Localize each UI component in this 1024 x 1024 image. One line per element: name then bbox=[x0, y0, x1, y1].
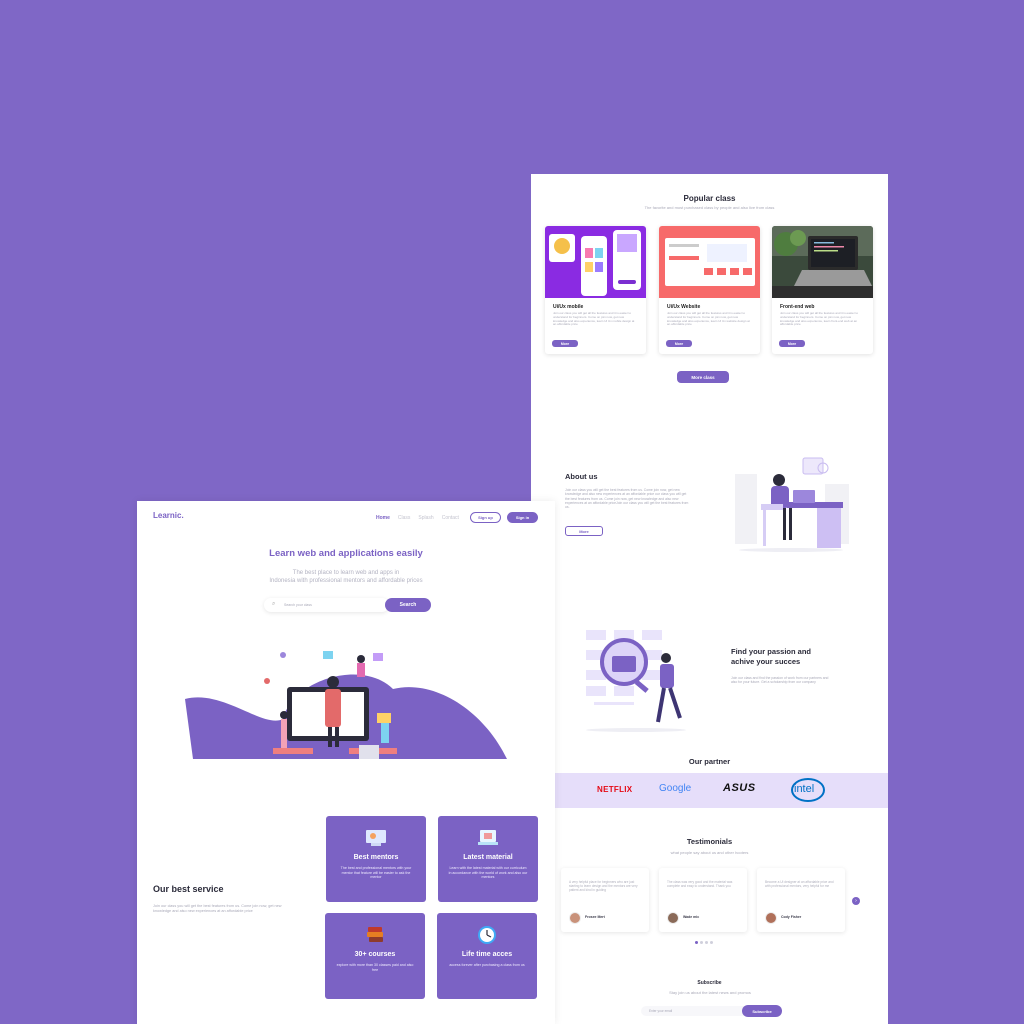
testimonial-card: Become a UI designer at an affordable pr… bbox=[757, 868, 845, 932]
class-card-title: Ui/Ux mobile bbox=[553, 304, 584, 310]
testimonial-name: Wade mic bbox=[683, 915, 700, 919]
nav-splash[interactable]: Splash bbox=[418, 515, 433, 521]
class-card-uiux-website[interactable]: Ui/Ux Website Join our class you will ge… bbox=[659, 226, 760, 354]
uiux-mobile-image bbox=[545, 226, 646, 298]
testimonial-text: A very helpful place for beginners who a… bbox=[569, 880, 638, 892]
more-class-button[interactable]: More class bbox=[677, 371, 729, 383]
carousel-dot[interactable] bbox=[705, 941, 708, 944]
sign-up-button[interactable]: Sign up bbox=[470, 512, 501, 523]
nav-home[interactable]: Home bbox=[376, 515, 390, 521]
service-card-lifetime-access: Life time acces access forever after pur… bbox=[437, 913, 537, 999]
search-placeholder: Search your class bbox=[284, 603, 312, 607]
testimonial-text: The class was very good and the material… bbox=[667, 880, 733, 888]
about-more-button[interactable]: More bbox=[565, 526, 603, 536]
about-us-title: About us bbox=[565, 472, 598, 481]
service-card-latest-material: Latest material Learn with the latest ma… bbox=[438, 816, 538, 902]
monitor-icon bbox=[366, 830, 386, 846]
testimonial-card: A very helpful place for beginners who a… bbox=[561, 868, 649, 932]
class-card-uiux-mobile[interactable]: Ui/Ux mobile Join our class you will get… bbox=[545, 226, 646, 354]
avatar bbox=[667, 912, 679, 924]
nav-contact[interactable]: Contact bbox=[442, 515, 459, 521]
subscribe-email-placeholder: Enter your email bbox=[649, 1009, 673, 1013]
search-input[interactable]: ⌕ Search your class bbox=[264, 598, 389, 612]
service-card-title: Latest material bbox=[463, 854, 513, 861]
passion-illustration bbox=[586, 630, 686, 732]
search-icon: ⌕ bbox=[272, 601, 276, 607]
books-icon bbox=[367, 927, 383, 942]
carousel-dot[interactable] bbox=[695, 941, 698, 944]
clock-icon bbox=[478, 926, 496, 944]
carousel-next-icon[interactable]: › bbox=[852, 897, 860, 905]
partner-band: NETFLIX Google ASUS intel bbox=[531, 773, 888, 808]
service-card-desc: Learn with the latest material with our … bbox=[448, 866, 528, 880]
popular-class-subtitle: The favorite and most purchased class by… bbox=[644, 205, 775, 210]
hero-subtitle-line2: Indonesia with professional mentors and … bbox=[269, 578, 423, 584]
hero-illustration bbox=[185, 651, 507, 759]
subscribe-button[interactable]: Subscribe bbox=[742, 1005, 782, 1017]
nav-class[interactable]: Class bbox=[398, 515, 411, 521]
about-illustration bbox=[735, 457, 849, 552]
class-card-desc: Join our class you will get all the feat… bbox=[553, 311, 635, 327]
front-end-web-image bbox=[772, 226, 873, 298]
logo[interactable]: Learnic. bbox=[153, 511, 184, 520]
carousel-dots[interactable] bbox=[695, 941, 713, 944]
service-card-title: Life time acces bbox=[461, 951, 513, 958]
hero-title: Learn web and applications easily bbox=[269, 548, 423, 559]
asus-logo: ASUS bbox=[723, 782, 756, 794]
intel-logo: intel bbox=[794, 783, 815, 795]
popular-class-title: Popular class bbox=[683, 194, 736, 203]
subscribe-subtitle: Stay join us about the latest news and p… bbox=[669, 990, 751, 995]
class-card-title: Ui/Ux Website bbox=[667, 304, 701, 310]
testimonial-name: Frosee Mert bbox=[585, 915, 605, 919]
subscribe-title: Subscribe bbox=[697, 980, 722, 986]
avatar bbox=[569, 912, 581, 924]
about-us-desc: Join our class you will get the best fea… bbox=[565, 488, 689, 510]
landing-page-left-section: Learnic. Home Class Splash Contact Sign … bbox=[137, 501, 555, 1024]
search-button[interactable]: Search bbox=[385, 598, 431, 612]
service-card-desc: access forever after purchasing a class … bbox=[449, 963, 525, 967]
service-card-desc: The best and professional mentors with y… bbox=[340, 866, 412, 880]
service-card-courses: 30+ courses explore with more than 30 cl… bbox=[325, 913, 425, 999]
service-card-title: Best mentors bbox=[353, 854, 399, 861]
class-card-front-end-web[interactable]: Front-end web Join our class you will ge… bbox=[772, 226, 873, 354]
testimonials-subtitle: what people say about us and other hoote… bbox=[670, 850, 749, 855]
partner-title: Our partner bbox=[688, 757, 731, 766]
google-logo: Google bbox=[659, 783, 692, 794]
class-card-desc: Join our class you will get all the feat… bbox=[667, 311, 750, 327]
main-nav: Home Class Splash Contact bbox=[368, 515, 459, 521]
carousel-dot[interactable] bbox=[710, 941, 713, 944]
testimonials-title: Testimonials bbox=[686, 837, 733, 846]
class-card-desc: Join our class you will get all the feat… bbox=[780, 311, 859, 327]
service-desc: Join our class you will get the best fea… bbox=[153, 904, 282, 913]
service-card-desc: explore with more than 30 classes paid a… bbox=[336, 963, 414, 972]
class-card-title: Front-end web bbox=[780, 304, 815, 310]
passion-desc: Join our class and find the passion of w… bbox=[731, 676, 829, 685]
testimonial-text: Become a UI designer at an affordable pr… bbox=[765, 880, 834, 888]
carousel-dot[interactable] bbox=[700, 941, 703, 944]
service-title: Our best service bbox=[153, 884, 224, 894]
passion-title: Find your passion and achive your succes bbox=[731, 647, 811, 667]
hero-subtitle: The best place to learn web and apps in … bbox=[137, 569, 555, 585]
testimonial-name: Cody Fisher bbox=[781, 915, 802, 919]
service-card-title: 30+ courses bbox=[354, 951, 396, 958]
service-card-best-mentors: Best mentors The best and professional m… bbox=[326, 816, 426, 902]
class-card-more-button[interactable]: More bbox=[779, 340, 805, 347]
uiux-website-image bbox=[659, 226, 760, 298]
class-card-more-button[interactable]: More bbox=[552, 340, 578, 347]
passion-title-line1: Find your passion and bbox=[731, 647, 812, 656]
laptop-icon bbox=[478, 830, 498, 845]
avatar bbox=[765, 912, 777, 924]
netflix-logo: NETFLIX bbox=[597, 785, 633, 794]
class-card-more-button[interactable]: More bbox=[666, 340, 692, 347]
landing-page-right-section: Popular class The favorite and most purc… bbox=[531, 174, 888, 1024]
testimonial-card: The class was very good and the material… bbox=[659, 868, 747, 932]
passion-title-line2: achive your succes bbox=[731, 657, 801, 666]
hero-subtitle-line1: The best place to learn web and apps in bbox=[292, 570, 400, 576]
sign-in-button[interactable]: Sign in bbox=[507, 512, 538, 523]
